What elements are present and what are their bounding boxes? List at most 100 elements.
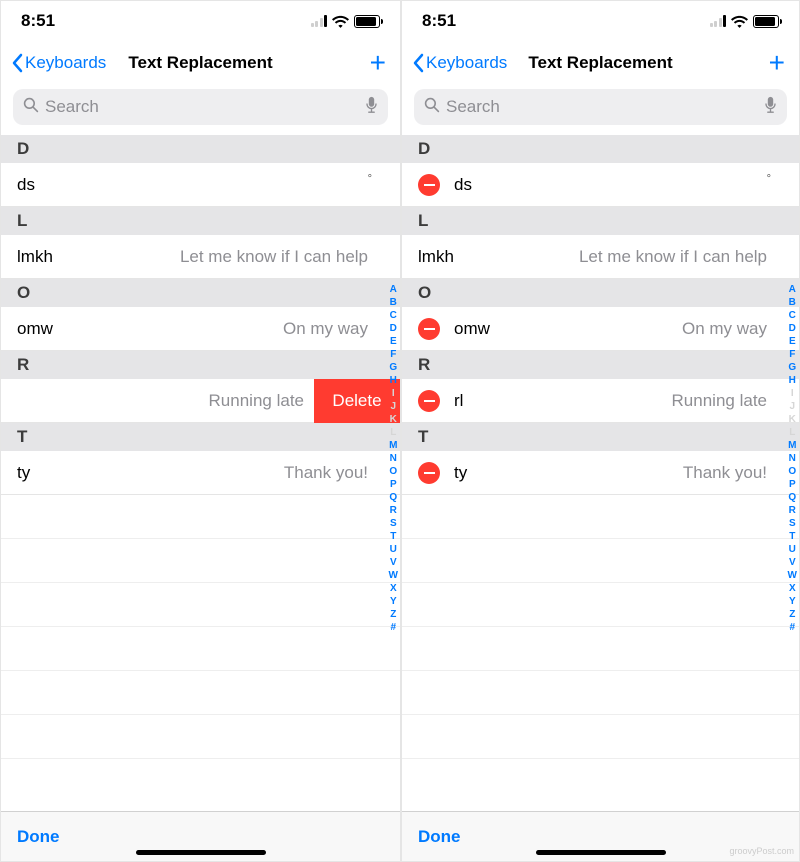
index-letter[interactable]: Q	[389, 491, 398, 504]
index-letter[interactable]: P	[788, 478, 797, 491]
index-letter[interactable]: J	[788, 400, 797, 413]
index-letter[interactable]: W	[788, 569, 797, 582]
section-header: D	[402, 135, 799, 163]
table-row-swiped[interactable]: Running late Delete	[1, 379, 400, 423]
table-row[interactable]: ty Thank you!	[402, 451, 799, 495]
search-input[interactable]: Search	[13, 89, 388, 125]
index-letter[interactable]: K	[389, 413, 398, 426]
mic-icon[interactable]	[365, 96, 378, 119]
delete-minus-button[interactable]	[418, 462, 440, 484]
index-letter[interactable]: X	[788, 582, 797, 595]
index-letter[interactable]: J	[389, 400, 398, 413]
index-letter[interactable]: Z	[389, 608, 398, 621]
section-header: L	[402, 207, 799, 235]
home-indicator[interactable]	[136, 850, 266, 855]
index-letter[interactable]: L	[788, 426, 797, 439]
index-letter[interactable]: F	[788, 348, 797, 361]
search-input[interactable]: Search	[414, 89, 787, 125]
index-letter[interactable]: U	[389, 543, 398, 556]
mic-icon[interactable]	[764, 96, 777, 119]
index-letter[interactable]: Y	[788, 595, 797, 608]
table-row[interactable]: ty Thank you!	[1, 451, 400, 495]
index-letter[interactable]: L	[389, 426, 398, 439]
index-letter[interactable]: R	[389, 504, 398, 517]
index-letter[interactable]: F	[389, 348, 398, 361]
table-row[interactable]: lmkh Let me know if I can help	[1, 235, 400, 279]
delete-button[interactable]: Delete	[314, 379, 400, 423]
signal-icon	[311, 15, 328, 27]
index-letter[interactable]: Q	[788, 491, 797, 504]
index-letter[interactable]: #	[389, 621, 398, 634]
index-rail[interactable]: ABCDEFGHIJKLMNOPQRSTUVWXYZ#	[788, 283, 797, 634]
index-letter[interactable]: S	[389, 517, 398, 530]
index-letter[interactable]: A	[788, 283, 797, 296]
back-button[interactable]: Keyboards	[11, 53, 106, 73]
index-letter[interactable]: Y	[389, 595, 398, 608]
index-letter[interactable]: I	[788, 387, 797, 400]
index-letter[interactable]: G	[788, 361, 797, 374]
index-letter[interactable]: B	[788, 296, 797, 309]
index-letter[interactable]: A	[389, 283, 398, 296]
index-letter[interactable]: T	[389, 530, 398, 543]
index-letter[interactable]: X	[389, 582, 398, 595]
index-letter[interactable]: O	[788, 465, 797, 478]
back-button[interactable]: Keyboards	[412, 53, 507, 73]
table-row[interactable]: omw On my way	[1, 307, 400, 351]
done-button[interactable]: Done	[418, 827, 461, 847]
index-letter[interactable]: M	[788, 439, 797, 452]
index-letter[interactable]: H	[788, 374, 797, 387]
index-letter[interactable]: U	[788, 543, 797, 556]
index-letter[interactable]: #	[788, 621, 797, 634]
index-letter[interactable]: T	[788, 530, 797, 543]
index-letter[interactable]: O	[389, 465, 398, 478]
home-indicator[interactable]	[536, 850, 666, 855]
done-button[interactable]: Done	[17, 827, 60, 847]
table-row[interactable]: ds °	[402, 163, 799, 207]
index-rail[interactable]: ABCDEFGHIJKLMNOPQRSTUVWXYZ#	[389, 283, 398, 634]
list: D ds ° L lmkh Let me know if I can help …	[402, 135, 799, 811]
index-letter[interactable]: V	[788, 556, 797, 569]
index-letter[interactable]: K	[788, 413, 797, 426]
status-bar: 8:51	[1, 1, 400, 41]
index-letter[interactable]: V	[389, 556, 398, 569]
index-letter[interactable]: C	[788, 309, 797, 322]
table-row[interactable]: omw On my way	[402, 307, 799, 351]
section-header: L	[1, 207, 400, 235]
index-letter[interactable]: N	[788, 452, 797, 465]
search-icon	[424, 97, 440, 118]
index-letter[interactable]: R	[788, 504, 797, 517]
index-letter[interactable]: B	[389, 296, 398, 309]
index-letter[interactable]: S	[788, 517, 797, 530]
delete-minus-button[interactable]	[418, 390, 440, 412]
table-row[interactable]: rl Running late	[402, 379, 799, 423]
index-letter[interactable]: M	[389, 439, 398, 452]
index-letter[interactable]: N	[389, 452, 398, 465]
index-letter[interactable]: I	[389, 387, 398, 400]
signal-icon	[710, 15, 727, 27]
table-row[interactable]: lmkh Let me know if I can help	[402, 235, 799, 279]
status-right	[710, 15, 780, 28]
index-letter[interactable]: D	[389, 322, 398, 335]
list: D ds ° L lmkh Let me know if I can help …	[1, 135, 400, 811]
index-letter[interactable]: P	[389, 478, 398, 491]
battery-icon	[354, 15, 380, 28]
wifi-icon	[332, 15, 349, 28]
add-button[interactable]: +	[370, 49, 386, 77]
index-letter[interactable]: H	[389, 374, 398, 387]
index-letter[interactable]: D	[788, 322, 797, 335]
status-bar: 8:51	[402, 1, 799, 41]
status-time: 8:51	[21, 11, 55, 31]
page-title: Text Replacement	[528, 53, 672, 73]
add-button[interactable]: +	[769, 49, 785, 77]
index-letter[interactable]: G	[389, 361, 398, 374]
table-row[interactable]: ds °	[1, 163, 400, 207]
index-letter[interactable]: E	[788, 335, 797, 348]
back-label: Keyboards	[25, 53, 106, 73]
index-letter[interactable]: C	[389, 309, 398, 322]
delete-minus-button[interactable]	[418, 174, 440, 196]
section-header: R	[402, 351, 799, 379]
index-letter[interactable]: E	[389, 335, 398, 348]
index-letter[interactable]: W	[389, 569, 398, 582]
index-letter[interactable]: Z	[788, 608, 797, 621]
delete-minus-button[interactable]	[418, 318, 440, 340]
